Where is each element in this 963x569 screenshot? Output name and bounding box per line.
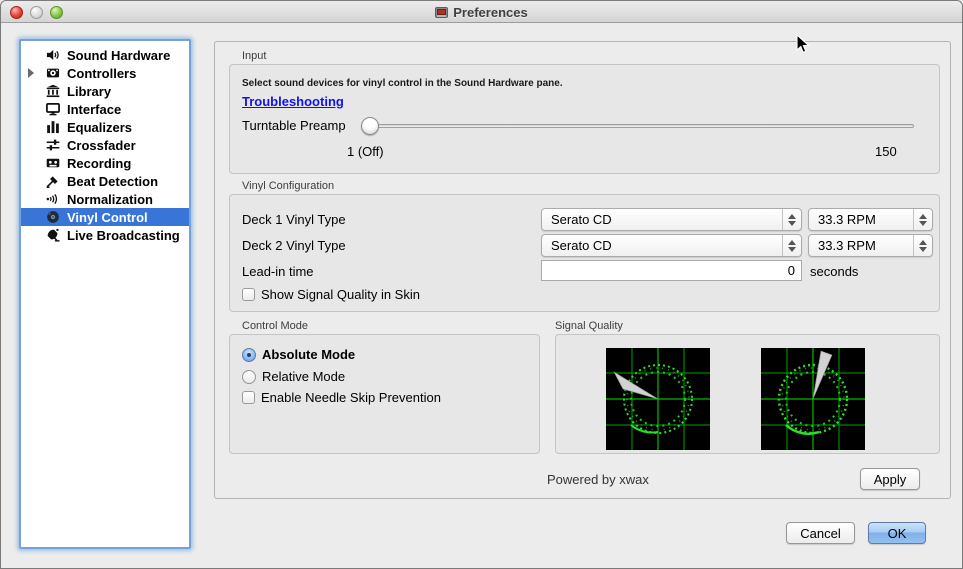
vinyl-record-icon xyxy=(45,210,60,225)
mouse-cursor xyxy=(796,34,810,55)
troubleshooting-link[interactable]: Troubleshooting xyxy=(242,94,344,109)
turntable-preamp-label: Turntable Preamp xyxy=(242,118,346,133)
popup-selected-value: Serato CD xyxy=(551,212,612,227)
deck1-vinyl-type-label: Deck 1 Vinyl Type xyxy=(242,212,346,227)
sidebar-item-vinyl-control[interactable]: Vinyl Control xyxy=(21,208,189,226)
control-mode-group-title: Control Mode xyxy=(242,320,308,332)
signal-quality-group-title: Signal Quality xyxy=(555,320,623,332)
monitor-icon xyxy=(45,102,60,117)
sidebar-item-label: Recording xyxy=(67,156,131,171)
sound-waves-icon xyxy=(45,192,60,207)
needle-skip-checkbox[interactable] xyxy=(242,391,255,404)
sidebar-item-label: Beat Detection xyxy=(67,174,158,189)
relative-mode-label: Relative Mode xyxy=(262,369,345,384)
vinyl-config-group-title: Vinyl Configuration xyxy=(242,180,334,192)
needle-skip-row: Enable Needle Skip Prevention xyxy=(242,390,441,405)
preamp-min-label: 1 (Off) xyxy=(347,144,384,159)
relative-mode-radio[interactable] xyxy=(242,370,256,384)
sidebar-item-recording[interactable]: Recording xyxy=(21,154,189,172)
deck2-vinyl-type-popup[interactable]: Serato CD xyxy=(541,234,802,257)
cancel-button[interactable]: Cancel xyxy=(786,522,855,544)
needle-skip-label: Enable Needle Skip Prevention xyxy=(261,390,441,405)
absolute-mode-radio[interactable] xyxy=(242,348,256,362)
signal-quality-groupbox xyxy=(555,334,940,454)
relative-mode-row: Relative Mode xyxy=(242,369,345,384)
show-signal-quality-checkbox[interactable] xyxy=(242,288,255,301)
deck2-rpm-popup[interactable]: 33.3 RPM xyxy=(808,234,933,257)
show-signal-quality-label: Show Signal Quality in Skin xyxy=(261,287,420,302)
sidebar-item-label: Interface xyxy=(67,102,121,117)
absolute-mode-row: Absolute Mode xyxy=(242,347,355,362)
stepper-arrows-icon xyxy=(782,235,801,256)
deck1-signal-scope xyxy=(606,348,710,455)
ok-button[interactable]: OK xyxy=(868,522,926,544)
powered-by-xwax-label: Powered by xwax xyxy=(547,472,649,487)
turntable-preamp-slider[interactable] xyxy=(362,124,914,128)
sidebar-item-label: Vinyl Control xyxy=(67,210,148,225)
window-title: Preferences xyxy=(453,5,527,20)
preferences-sidebar: Sound Hardware Controllers Library Inter… xyxy=(19,39,191,549)
input-help-text: Select sound devices for vinyl control i… xyxy=(242,78,563,89)
popup-selected-value: 33.3 RPM xyxy=(818,212,876,227)
cassette-icon xyxy=(45,156,60,171)
disclosure-triangle-icon[interactable] xyxy=(28,68,34,78)
popup-selected-value: 33.3 RPM xyxy=(818,238,876,253)
stepper-arrows-icon xyxy=(782,209,801,230)
sidebar-item-label: Controllers xyxy=(67,66,136,81)
title-bar[interactable]: Preferences xyxy=(1,1,962,23)
deck2-signal-scope xyxy=(761,348,865,455)
sidebar-item-normalization[interactable]: Normalization xyxy=(21,190,189,208)
input-group-title: Input xyxy=(242,50,266,62)
slider-knob[interactable] xyxy=(361,117,379,135)
sidebar-item-label: Library xyxy=(67,84,111,99)
sidebar-item-equalizers[interactable]: Equalizers xyxy=(21,118,189,136)
sidebar-item-label: Equalizers xyxy=(67,120,132,135)
sidebar-item-controllers[interactable]: Controllers xyxy=(21,64,189,82)
preferences-window: Preferences Sound Hardware Controllers L… xyxy=(0,0,963,569)
sidebar-item-interface[interactable]: Interface xyxy=(21,100,189,118)
sidebar-item-beat-detection[interactable]: Beat Detection xyxy=(21,172,189,190)
sidebar-item-live-broadcasting[interactable]: Live Broadcasting xyxy=(21,226,189,244)
sidebar-item-sound-hardware[interactable]: Sound Hardware xyxy=(21,46,189,64)
app-mixer-icon xyxy=(435,6,448,19)
leadin-unit-label: seconds xyxy=(810,264,858,279)
sidebar-item-label: Live Broadcasting xyxy=(67,228,180,243)
popup-selected-value: Serato CD xyxy=(551,238,612,253)
satellite-dish-icon xyxy=(45,228,60,243)
sidebar-item-label: Crossfader xyxy=(67,138,136,153)
controller-icon xyxy=(45,66,60,81)
show-signal-quality-row: Show Signal Quality in Skin xyxy=(242,287,420,302)
sidebar-item-library[interactable]: Library xyxy=(21,82,189,100)
deck2-vinyl-type-label: Deck 2 Vinyl Type xyxy=(242,238,346,253)
deck1-vinyl-type-popup[interactable]: Serato CD xyxy=(541,208,802,231)
sidebar-item-crossfader[interactable]: Crossfader xyxy=(21,136,189,154)
leadin-time-label: Lead-in time xyxy=(242,264,314,279)
speaker-icon xyxy=(45,48,60,63)
crossfader-icon xyxy=(45,138,60,153)
leadin-time-input[interactable] xyxy=(541,260,802,281)
equalizer-bars-icon xyxy=(45,120,60,135)
library-icon xyxy=(45,84,60,99)
stepper-arrows-icon xyxy=(913,235,932,256)
deck1-rpm-popup[interactable]: 33.3 RPM xyxy=(808,208,933,231)
absolute-mode-label: Absolute Mode xyxy=(262,347,355,362)
sidebar-item-label: Sound Hardware xyxy=(67,48,170,63)
hammer-icon xyxy=(45,174,60,189)
sidebar-item-label: Normalization xyxy=(67,192,153,207)
vinyl-control-pane: Input Select sound devices for vinyl con… xyxy=(214,41,951,499)
stepper-arrows-icon xyxy=(913,209,932,230)
apply-button[interactable]: Apply xyxy=(860,468,920,490)
preamp-max-label: 150 xyxy=(875,144,897,159)
